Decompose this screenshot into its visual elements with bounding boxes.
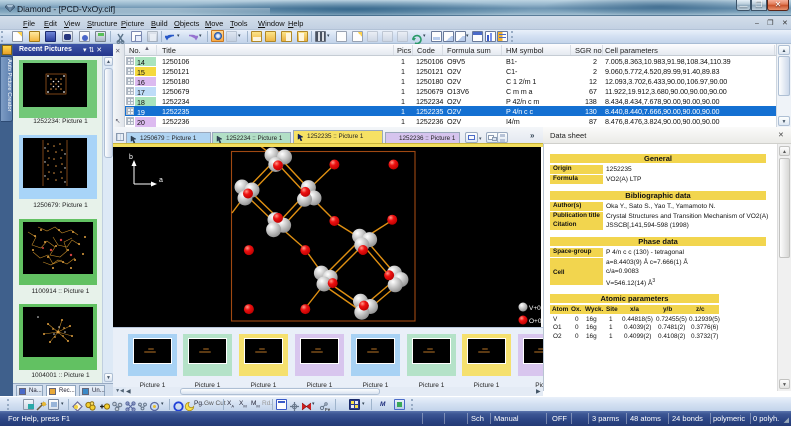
svg-text:O+0: O+0 [529,318,541,325]
svg-text:b: b [129,154,133,161]
svg-text:V+0: V+0 [529,305,541,312]
svg-text:a: a [159,177,163,184]
